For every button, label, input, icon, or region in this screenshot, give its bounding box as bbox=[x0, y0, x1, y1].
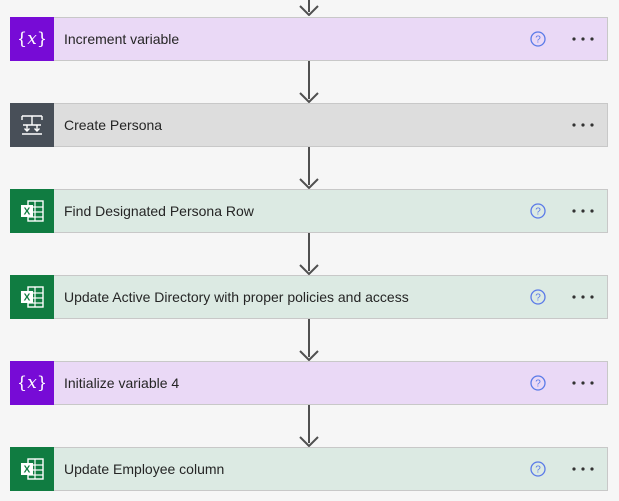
connector-arrow bbox=[297, 0, 321, 16]
more-options-icon[interactable] bbox=[569, 459, 597, 479]
variable-icon: {𝑥} bbox=[10, 361, 54, 405]
step-title: Find Designated Persona Row bbox=[64, 203, 254, 219]
step-title: Increment variable bbox=[64, 31, 180, 47]
connector-arrow bbox=[297, 61, 321, 103]
variable-icon: {𝑥} bbox=[10, 17, 54, 61]
step-title: Initialize variable 4 bbox=[64, 375, 180, 391]
connector-arrow bbox=[297, 233, 321, 275]
flow-step-find-designated-persona-row[interactable]: X Find Designated Persona Row ? bbox=[10, 189, 608, 233]
excel-icon: X bbox=[10, 447, 54, 491]
help-icon[interactable]: ? bbox=[530, 289, 546, 305]
flow-canvas: {𝑥} Increment variable ? bbox=[0, 0, 619, 501]
flow-step-update-active-directory[interactable]: X Update Active Directory with proper po… bbox=[10, 275, 608, 319]
excel-icon: X bbox=[10, 275, 54, 319]
connector-arrow bbox=[297, 405, 321, 447]
more-options-icon[interactable] bbox=[569, 201, 597, 221]
help-icon[interactable]: ? bbox=[530, 203, 546, 219]
step-title: Update Employee column bbox=[64, 461, 225, 477]
more-options-icon[interactable] bbox=[569, 287, 597, 307]
step-title: Update Active Directory with proper poli… bbox=[64, 289, 409, 305]
more-options-icon[interactable] bbox=[569, 115, 597, 135]
svg-text:X: X bbox=[24, 207, 31, 218]
svg-text:X: X bbox=[24, 293, 31, 304]
svg-text:{𝑥}: {𝑥} bbox=[19, 29, 45, 49]
flow-step-increment-variable[interactable]: {𝑥} Increment variable ? bbox=[10, 17, 608, 61]
connector-arrow bbox=[297, 147, 321, 189]
apply-to-each-icon bbox=[10, 103, 54, 147]
flow-step-create-persona[interactable]: Create Persona bbox=[10, 103, 608, 147]
more-options-icon[interactable] bbox=[569, 373, 597, 393]
svg-text:?: ? bbox=[535, 207, 541, 218]
excel-icon: X bbox=[10, 189, 54, 233]
flow-step-update-employee-column[interactable]: X Update Employee column ? bbox=[10, 447, 608, 491]
svg-text:{𝑥}: {𝑥} bbox=[19, 373, 45, 393]
flow-step-initialize-variable-4[interactable]: {𝑥} Initialize variable 4 ? bbox=[10, 361, 608, 405]
svg-text:?: ? bbox=[535, 379, 541, 390]
svg-text:?: ? bbox=[535, 293, 541, 304]
svg-text:?: ? bbox=[535, 465, 541, 476]
step-title: Create Persona bbox=[64, 117, 163, 133]
svg-text:X: X bbox=[24, 465, 31, 476]
more-options-icon[interactable] bbox=[569, 29, 597, 49]
help-icon[interactable]: ? bbox=[530, 375, 546, 391]
help-icon[interactable]: ? bbox=[530, 461, 546, 477]
svg-text:?: ? bbox=[535, 35, 541, 46]
help-icon[interactable]: ? bbox=[530, 31, 546, 47]
connector-arrow bbox=[297, 319, 321, 361]
